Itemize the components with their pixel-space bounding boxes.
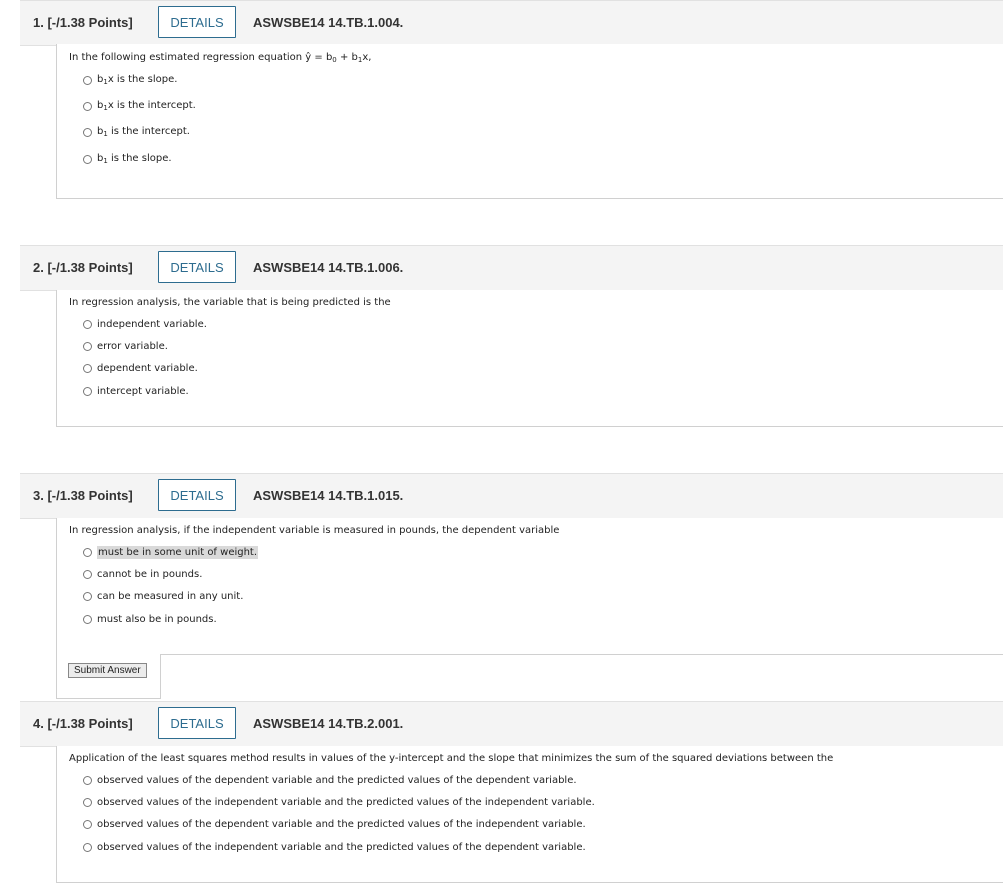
question-3-option-4[interactable]: must also be in pounds. (83, 611, 217, 627)
radio-button[interactable] (83, 341, 92, 351)
question-2-option-2[interactable]: error variable. (83, 338, 168, 354)
radio-button[interactable] (83, 547, 92, 557)
question-4-points: 4. [-/1.38 Points] (33, 716, 133, 731)
option-label: must also be in pounds. (97, 613, 217, 625)
question-2-option-3[interactable]: dependent variable. (83, 360, 198, 376)
question-3-body: In regression analysis, if the independe… (56, 518, 1003, 655)
option-label: observed values of the independent varia… (97, 841, 586, 853)
radio-button[interactable] (83, 127, 92, 137)
radio-button[interactable] (83, 319, 92, 329)
question-4-body: Application of the least squares method … (56, 746, 1003, 883)
submit-divider (160, 654, 1003, 655)
option-label: observed values of the dependent variabl… (97, 774, 577, 786)
question-4-id: ASWSBE14 14.TB.2.001. (253, 716, 404, 731)
question-2-body: In regression analysis, the variable tha… (56, 290, 1003, 427)
submit-answer-button[interactable]: Submit Answer (68, 663, 147, 678)
radio-button[interactable] (83, 614, 92, 624)
question-3-option-2[interactable]: cannot be in pounds. (83, 566, 202, 582)
radio-button[interactable] (83, 75, 92, 85)
question-1-details-button[interactable]: DETAILS (158, 6, 236, 38)
question-3-id: ASWSBE14 14.TB.1.015. (253, 488, 404, 503)
option-label: b1 is the intercept. (97, 126, 190, 138)
option-label: b1x is the intercept. (97, 100, 196, 112)
question-1-points: 1. [-/1.38 Points] (33, 15, 133, 30)
option-label: cannot be in pounds. (97, 568, 203, 580)
radio-button[interactable] (83, 842, 92, 852)
question-3-header: 3. [-/1.38 Points] DETAILS ASWSBE14 14.T… (20, 473, 1003, 519)
option-label: independent variable. (97, 318, 207, 330)
option-label: intercept variable. (97, 385, 189, 397)
question-2-header: 2. [-/1.38 Points] DETAILS ASWSBE14 14.T… (20, 245, 1003, 291)
radio-button[interactable] (83, 797, 92, 807)
radio-button[interactable] (83, 819, 92, 829)
question-3-option-3[interactable]: can be measured in any unit. (83, 588, 243, 604)
question-3-details-button[interactable]: DETAILS (158, 479, 236, 511)
question-1-prompt: In the following estimated regression eq… (69, 52, 372, 64)
submit-area: Submit Answer (56, 655, 161, 699)
question-3-prompt: In regression analysis, if the independe… (69, 525, 560, 536)
question-1-header: 1. [-/1.38 Points] DETAILS ASWSBE14 14.T… (20, 0, 1003, 46)
question-4-prompt: Application of the least squares method … (69, 753, 834, 764)
question-1-id: ASWSBE14 14.TB.1.004. (253, 15, 404, 30)
question-2-prompt: In regression analysis, the variable tha… (69, 297, 391, 308)
question-2-id: ASWSBE14 14.TB.1.006. (253, 260, 404, 275)
radio-button[interactable] (83, 363, 92, 373)
question-1-option-2[interactable]: b1x is the intercept. (83, 98, 196, 114)
question-1-option-4[interactable]: b1 is the slope. (83, 151, 172, 167)
question-4-header: 4. [-/1.38 Points] DETAILS ASWSBE14 14.T… (20, 701, 1003, 747)
radio-button[interactable] (83, 775, 92, 785)
question-2-option-1[interactable]: independent variable. (83, 316, 207, 332)
option-label: observed values of the dependent variabl… (97, 818, 586, 830)
option-label: observed values of the independent varia… (97, 796, 595, 808)
option-label: b1 is the slope. (97, 153, 172, 165)
question-4-details-button[interactable]: DETAILS (158, 707, 236, 739)
question-2-details-button[interactable]: DETAILS (158, 251, 236, 283)
question-4-option-2[interactable]: observed values of the independent varia… (83, 794, 595, 810)
question-2-points: 2. [-/1.38 Points] (33, 260, 133, 275)
option-label: can be measured in any unit. (97, 590, 244, 602)
question-4-option-3[interactable]: observed values of the dependent variabl… (83, 816, 586, 832)
question-3-option-1[interactable]: must be in some unit of weight. (83, 544, 259, 560)
question-3-points: 3. [-/1.38 Points] (33, 488, 133, 503)
option-label: dependent variable. (97, 362, 198, 374)
question-1-option-3[interactable]: b1 is the intercept. (83, 124, 190, 140)
radio-button[interactable] (83, 154, 92, 164)
question-4-option-1[interactable]: observed values of the dependent variabl… (83, 772, 577, 788)
radio-button[interactable] (83, 569, 92, 579)
question-1-option-1[interactable]: b1x is the slope. (83, 72, 177, 88)
option-label: b1x is the slope. (97, 74, 178, 86)
radio-button[interactable] (83, 101, 92, 111)
option-label: error variable. (97, 340, 168, 352)
question-2-option-4[interactable]: intercept variable. (83, 383, 189, 399)
radio-button[interactable] (83, 591, 92, 601)
option-label: must be in some unit of weight. (97, 545, 259, 559)
question-4-option-4[interactable]: observed values of the independent varia… (83, 839, 586, 855)
radio-button[interactable] (83, 386, 92, 396)
question-1-body: In the following estimated regression eq… (56, 44, 1003, 199)
